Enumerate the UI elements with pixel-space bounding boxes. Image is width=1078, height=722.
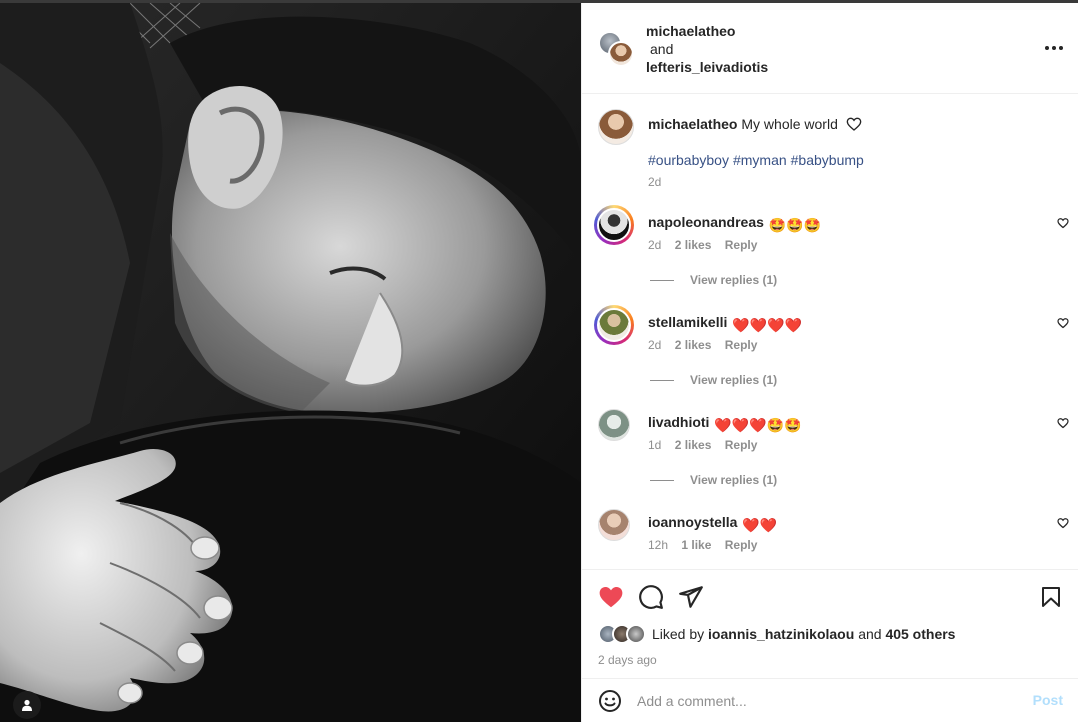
comment-item: napoleonandreas 🤩🤩🤩 2d 2 likes Reply Vie… [594, 205, 1069, 295]
comment-like-icon[interactable] [1057, 417, 1069, 429]
heart-filled-icon[interactable] [598, 584, 624, 610]
others-likes-link[interactable]: 405 others [885, 626, 955, 642]
paper-plane-icon[interactable] [678, 584, 704, 610]
username-link[interactable]: ioannoystella [648, 514, 737, 530]
caption-body: My whole world [741, 116, 838, 132]
comment-text: livadhioti ❤️❤️❤️🤩🤩 [648, 413, 802, 434]
view-replies-button[interactable]: View replies (1) [650, 273, 777, 287]
comments-list[interactable]: michaelatheo My whole world #ourbabyboy #… [582, 95, 1078, 569]
post-side-panel: michaelatheo and lefteris_leivadiotis mi… [581, 3, 1078, 722]
username-link[interactable]: lefteris_leivadiotis [646, 59, 768, 75]
hashtag-link[interactable]: #ourbabyboy [648, 152, 729, 168]
view-replies-button[interactable]: View replies (1) [650, 473, 777, 487]
username-link[interactable]: livadhioti [648, 414, 709, 430]
comment-meta: 12h 1 like Reply [648, 538, 767, 552]
comment-time[interactable]: 1d [648, 438, 661, 452]
avatar [608, 41, 634, 67]
comment-like-icon[interactable] [1057, 317, 1069, 329]
post-comment-button[interactable]: Post [1033, 692, 1063, 708]
post-actions: Liked by ioannis_hatzinikolaou and 405 o… [582, 569, 1078, 678]
white-heart-emoji-icon [846, 117, 862, 131]
post-timestamp[interactable]: 2 days ago [598, 653, 657, 667]
post-photo[interactable] [0, 3, 581, 722]
comment-likes[interactable]: 2 likes [675, 338, 712, 352]
hashtag-link[interactable]: #babybump [791, 152, 864, 168]
comment-text: napoleonandreas 🤩🤩🤩 [648, 213, 821, 234]
comment-likes[interactable]: 2 likes [675, 438, 712, 452]
caption-text: michaelatheo My whole world [648, 115, 1048, 133]
avatar[interactable] [598, 109, 634, 145]
hashtags: #ourbabyboy #myman #babybump [648, 151, 868, 169]
comment-item: stellamikelli ❤️❤️❤️❤️ 2d 2 likes Reply … [594, 305, 1069, 395]
liked-by-label: Liked by [652, 626, 705, 642]
post-modal: michaelatheo and lefteris_leivadiotis mi… [0, 0, 1078, 722]
emoji-smile-icon[interactable] [598, 689, 622, 713]
liker-username-link[interactable]: ioannis_hatzinikolaou [708, 626, 854, 642]
comment-emojis: ❤️❤️ [742, 517, 778, 533]
reply-button[interactable]: Reply [725, 538, 758, 552]
avatar[interactable] [594, 205, 634, 245]
bookmark-icon[interactable] [1039, 584, 1063, 610]
comment-like-icon[interactable] [1057, 517, 1069, 529]
comment-likes[interactable]: 1 like [681, 538, 711, 552]
comment-time[interactable]: 12h [648, 538, 668, 552]
reply-button[interactable]: Reply [725, 238, 758, 252]
and-label: and [650, 41, 674, 57]
comment-emojis: 🤩🤩🤩 [768, 217, 822, 233]
comment-item: ioannoystella ❤️❤️ 12h 1 like Reply [594, 505, 1069, 569]
more-options-button[interactable] [1045, 39, 1063, 57]
comment-emojis: ❤️❤️❤️❤️ [732, 317, 803, 333]
reply-button[interactable]: Reply [725, 338, 758, 352]
hashtag-link[interactable]: #myman [733, 152, 787, 168]
photo-image [0, 3, 581, 722]
and-label: and [858, 626, 882, 642]
comment-icon[interactable] [638, 584, 664, 610]
comment-text: stellamikelli ❤️❤️❤️❤️ [648, 313, 802, 334]
user-tag-button[interactable] [13, 691, 41, 719]
user-tag-icon [22, 699, 32, 711]
comment-time[interactable]: 2d [648, 338, 661, 352]
username-link[interactable]: michaelatheo [648, 116, 737, 132]
username-link[interactable]: napoleonandreas [648, 214, 764, 230]
avatar[interactable] [598, 409, 630, 441]
liker-avatars [598, 624, 650, 644]
username-link[interactable]: michaelatheo [646, 23, 735, 39]
comment-emojis: ❤️❤️❤️🤩🤩 [714, 417, 802, 433]
add-comment-bar: Post [582, 678, 1078, 722]
likes-summary: Liked by ioannis_hatzinikolaou and 405 o… [598, 624, 955, 644]
view-replies-button[interactable]: View replies (1) [650, 373, 777, 387]
avatar[interactable] [598, 509, 630, 541]
collab-avatars[interactable] [598, 31, 634, 67]
collab-usernames: michaelatheo and lefteris_leivadiotis [646, 22, 768, 76]
reply-button[interactable]: Reply [725, 438, 758, 452]
more-horizontal-icon [1045, 46, 1049, 50]
caption-timestamp[interactable]: 2d [648, 175, 661, 189]
comment-like-icon[interactable] [1057, 217, 1069, 229]
post-header: michaelatheo and lefteris_leivadiotis [582, 3, 1078, 94]
comment-item: livadhioti ❤️❤️❤️🤩🤩 1d 2 likes Reply Vie… [594, 405, 1069, 495]
comment-text: ioannoystella ❤️❤️ [648, 513, 777, 534]
username-link[interactable]: stellamikelli [648, 314, 727, 330]
avatar [626, 624, 646, 644]
comment-meta: 2d 2 likes Reply [648, 238, 767, 252]
comment-meta: 1d 2 likes Reply [648, 438, 767, 452]
comment-input[interactable] [637, 691, 1017, 711]
comment-meta: 2d 2 likes Reply [648, 338, 767, 352]
comment-likes[interactable]: 2 likes [675, 238, 712, 252]
comment-time[interactable]: 2d [648, 238, 661, 252]
avatar[interactable] [594, 305, 634, 345]
